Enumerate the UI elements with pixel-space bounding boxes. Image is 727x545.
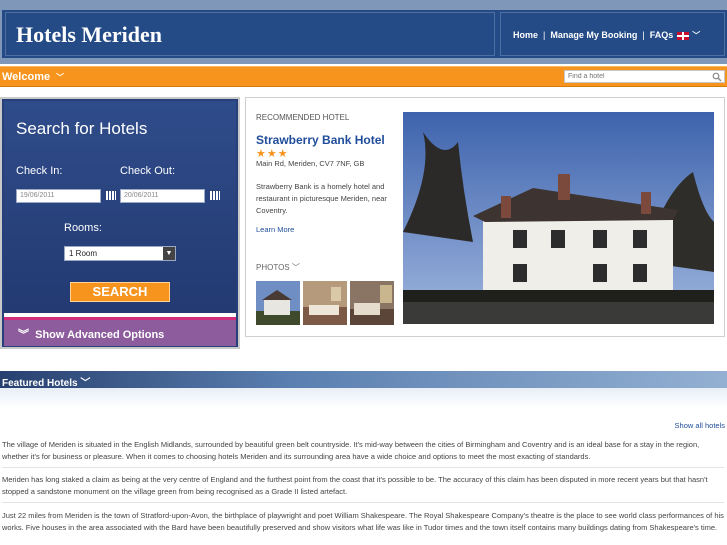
advanced-options-label: Show Advanced Options (35, 329, 165, 341)
search-button[interactable]: SEARCH (70, 282, 170, 302)
welcome-bar: Welcome ﹀ (0, 66, 727, 87)
featured-hotels-area (0, 388, 727, 408)
welcome-label: Welcome (2, 71, 51, 83)
search-icon[interactable] (712, 72, 722, 82)
chevron-down-icon: ﹀ (291, 263, 300, 272)
check-in-field[interactable]: 19/06/2011 (16, 189, 101, 203)
photo-thumbnail[interactable] (303, 281, 347, 325)
logo-area: Hotels Meriden (5, 12, 495, 56)
show-all-hotels-link[interactable]: Show all hotels (675, 421, 725, 430)
content-paragraph: Just 22 miles from Meriden is the town o… (2, 511, 724, 532)
divider (2, 467, 724, 468)
check-in-label: Check In: (16, 165, 63, 177)
nav-separator: | (642, 30, 645, 40)
calendar-icon[interactable] (210, 191, 220, 200)
search-panel: Search for Hotels Check In: Check Out: 1… (0, 97, 240, 349)
nav-manage-booking-link[interactable]: Manage My Booking (550, 30, 637, 40)
check-out-field[interactable]: 20/06/2011 (120, 189, 205, 203)
search-form: Search for Hotels Check In: Check Out: 1… (4, 101, 236, 313)
calendar-icon[interactable] (106, 191, 116, 200)
header-bar: Hotels Meriden Home | Manage My Booking | FA… (2, 10, 727, 58)
photo-thumbnail[interactable] (350, 281, 394, 325)
welcome-toggle[interactable]: Welcome ﹀ (2, 71, 64, 83)
hotel-search-input[interactable] (565, 71, 710, 82)
double-chevron-down-icon: ︾ (18, 329, 29, 341)
featured-hotels-heading: Featured Hotels ﹀ (2, 374, 90, 389)
learn-more-link[interactable]: Learn More (256, 225, 294, 234)
top-nav: Home | Manage My Booking | FAQs ﹀ (500, 12, 725, 56)
photo-thumbnail[interactable] (256, 281, 300, 325)
photos-toggle[interactable]: PHOTOS ﹀ (256, 262, 300, 273)
chevron-down-icon: ﹀ (56, 73, 65, 82)
nav-links: Home | Manage My Booking | FAQs ﹀ (513, 30, 700, 41)
rooms-select[interactable]: 1 Room ▼ (64, 246, 176, 261)
featured-hotels-bar[interactable]: Featured Hotels ﹀ (0, 371, 727, 389)
rooms-label: Rooms: (64, 222, 102, 234)
uk-flag-icon[interactable] (677, 31, 690, 40)
content-paragraph: Meriden has long staked a claim as being… (2, 475, 708, 496)
advanced-options-toggle[interactable]: ︾ Show Advanced Options (4, 320, 236, 346)
check-out-label: Check Out: (120, 165, 176, 177)
search-title: Search for Hotels (16, 119, 148, 138)
site-logo[interactable]: Hotels Meriden (16, 22, 162, 48)
divider (2, 502, 724, 503)
hotel-address: Main Rd, Meriden, CV7 7NF, GB (256, 159, 365, 168)
hotel-search-box (564, 70, 725, 83)
photos-label: PHOTOS (256, 263, 290, 272)
site-header: Hotels Meriden Home | Manage My Booking | FA… (0, 0, 727, 64)
recommended-hotel-panel: RECOMMENDED HOTEL Strawberry Bank Hotel … (245, 97, 725, 337)
content-paragraph: The village of Meriden is situated in th… (2, 440, 700, 461)
hotel-name-link[interactable]: Strawberry Bank Hotel (256, 133, 385, 147)
nav-separator: | (543, 30, 546, 40)
chevron-down-icon[interactable]: ﹀ (692, 30, 700, 41)
rooms-select-value: 1 Room (69, 249, 98, 258)
nav-faqs-link[interactable]: FAQs (650, 30, 674, 40)
recommended-label: RECOMMENDED HOTEL (256, 113, 350, 122)
dropdown-arrow-icon[interactable]: ▼ (163, 247, 175, 260)
hotel-photo[interactable] (403, 112, 714, 324)
nav-home-link[interactable]: Home (513, 30, 538, 40)
hotel-description: Strawberry Bank is a homely hotel and re… (256, 182, 387, 215)
